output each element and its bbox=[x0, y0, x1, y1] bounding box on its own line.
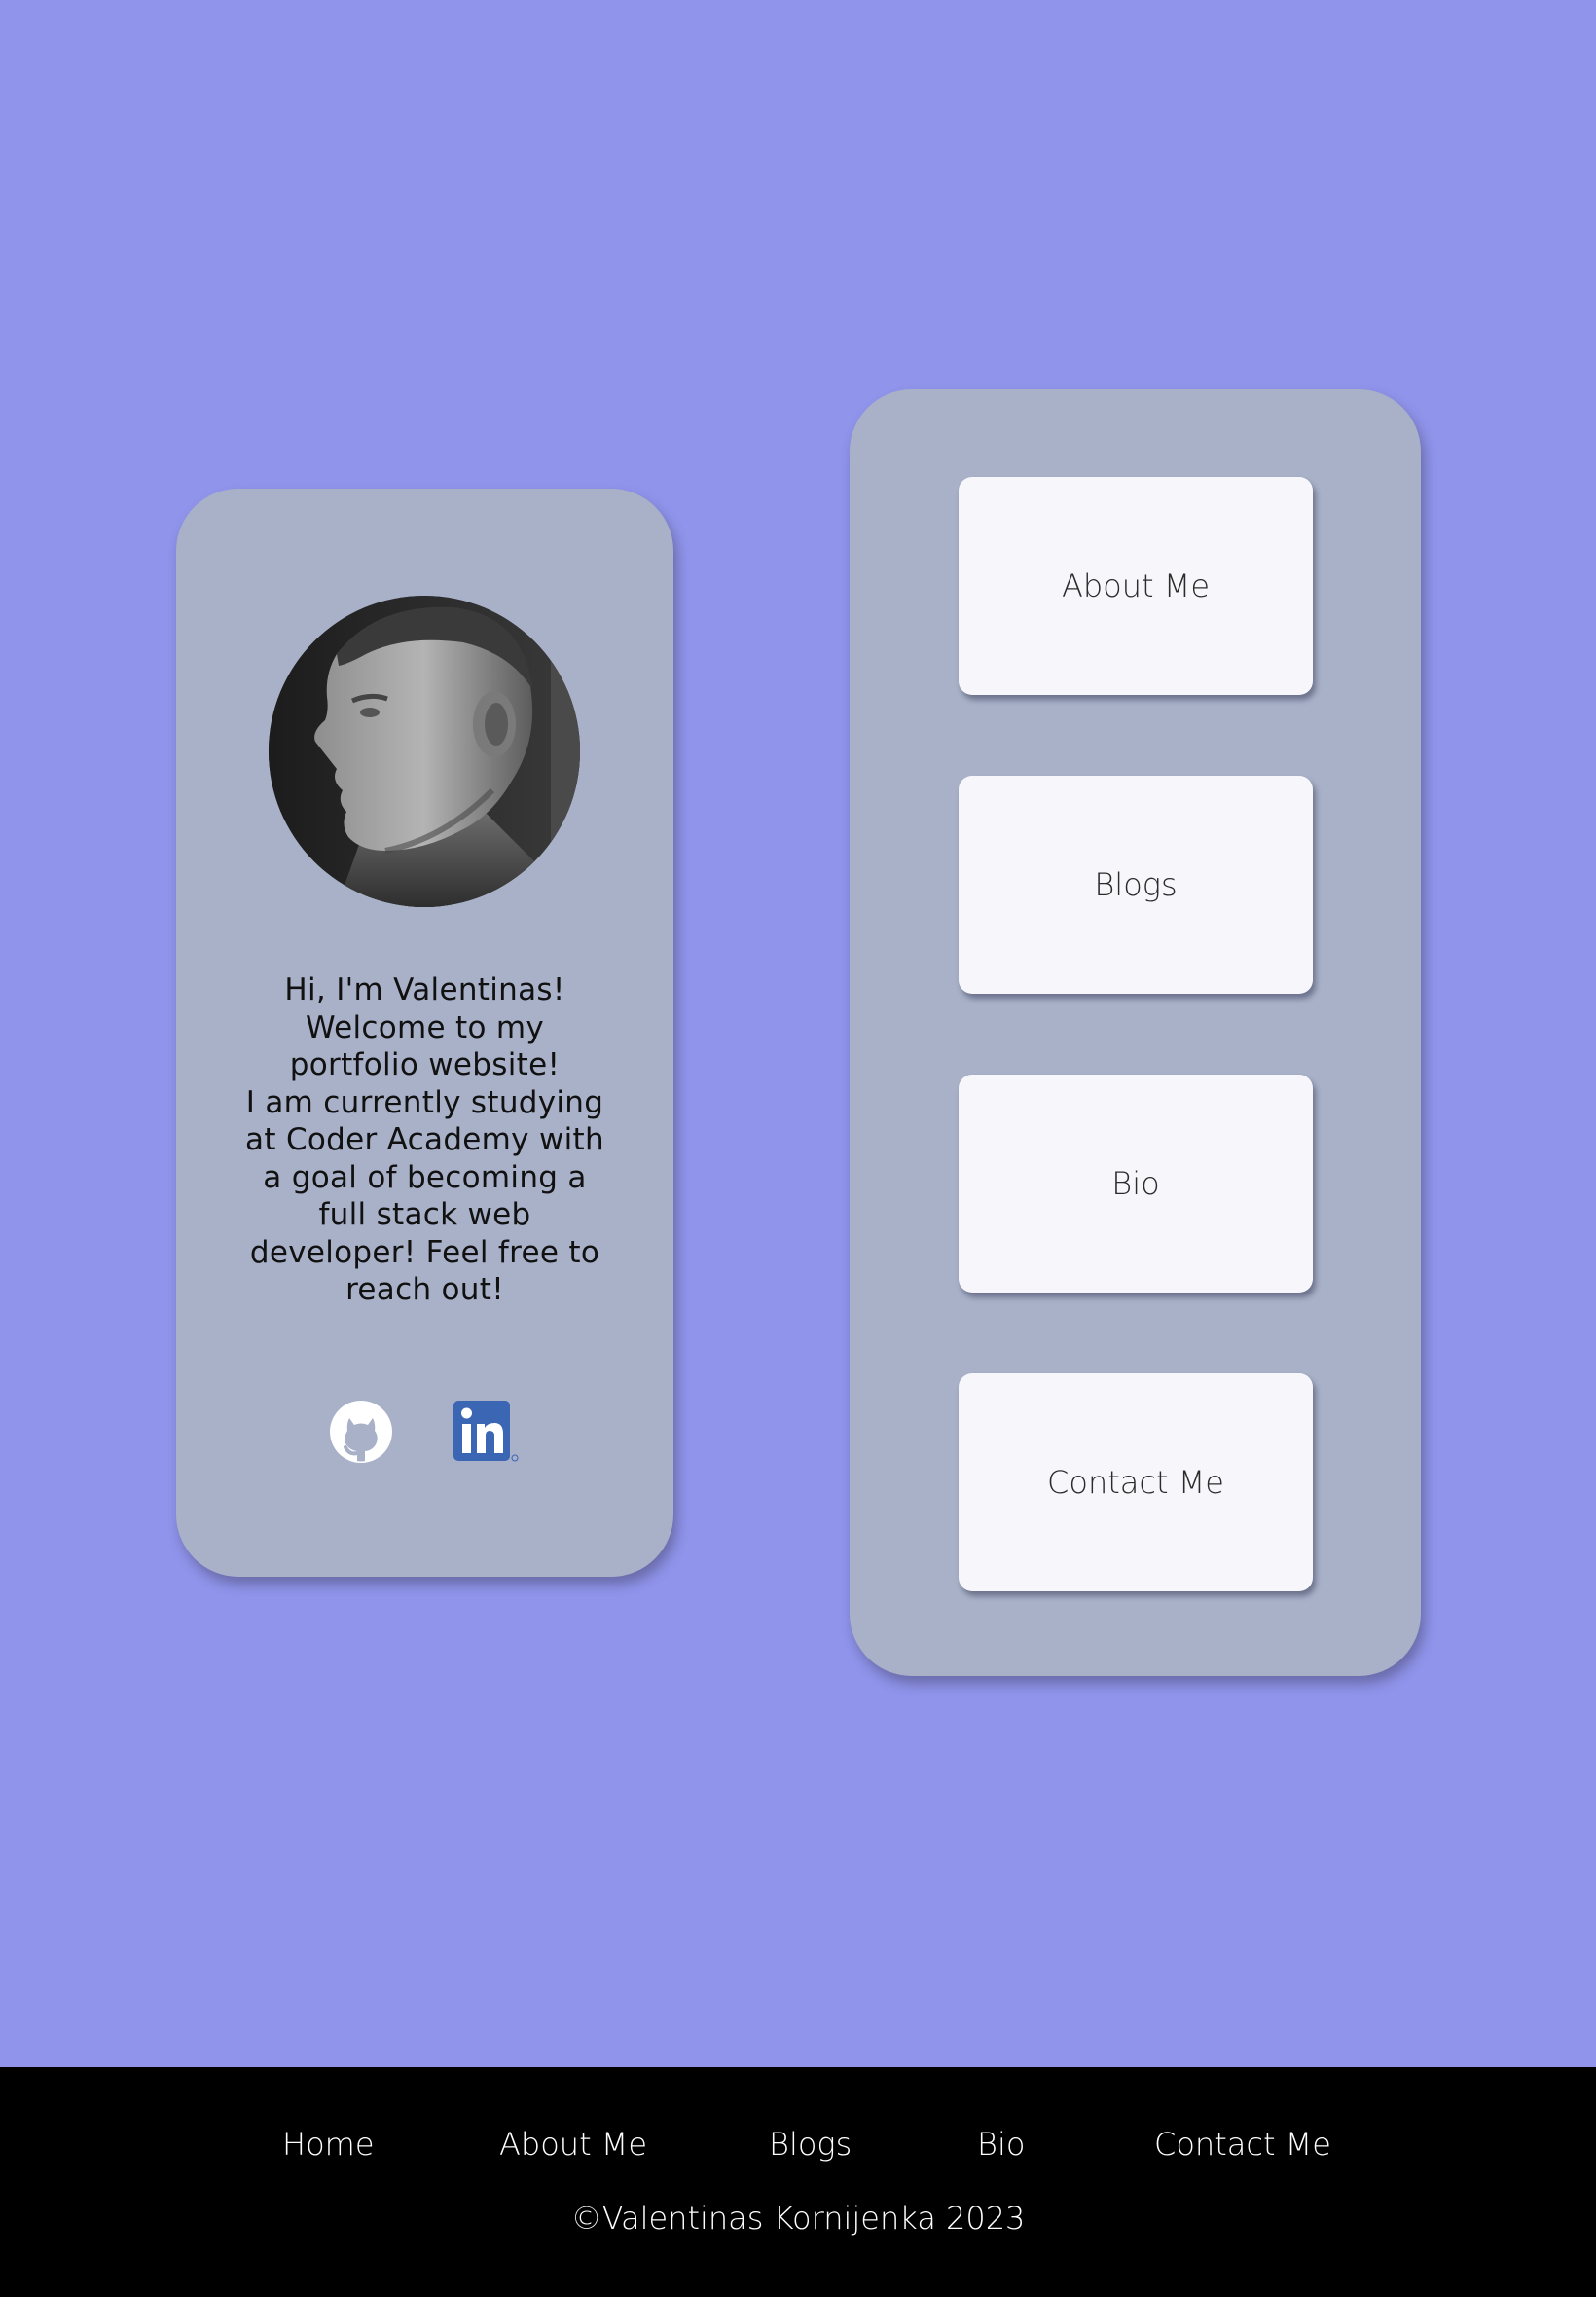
bio-line: a goal of becoming a bbox=[263, 1159, 587, 1195]
footer-link-about-me[interactable]: About Me bbox=[499, 2126, 647, 2163]
github-link[interactable] bbox=[328, 1399, 394, 1465]
footer-nav: Home About Me Blogs Bio Contact Me bbox=[0, 2126, 1596, 2174]
bio-line: Hi, I'm Valentinas! bbox=[284, 972, 565, 1007]
portrait-image bbox=[269, 596, 580, 907]
main-content: Hi, I'm Valentinas! Welcome to my portfo… bbox=[0, 0, 1596, 2067]
bio-button[interactable]: Bio bbox=[959, 1075, 1313, 1293]
contact-me-button[interactable]: Contact Me bbox=[959, 1373, 1313, 1591]
footer-link-blogs[interactable]: Blogs bbox=[769, 2126, 852, 2163]
blogs-button[interactable]: Blogs bbox=[959, 776, 1313, 994]
avatar bbox=[269, 596, 580, 907]
profile-card: Hi, I'm Valentinas! Welcome to my portfo… bbox=[176, 489, 673, 1577]
navigation-card: About Me Blogs Bio Contact Me bbox=[850, 389, 1421, 1676]
bio-line: at Coder Academy with bbox=[245, 1122, 604, 1157]
bio-line: developer! Feel free to bbox=[249, 1234, 600, 1270]
linkedin-icon bbox=[453, 1401, 519, 1462]
about-me-button[interactable]: About Me bbox=[959, 477, 1313, 695]
footer-link-bio[interactable]: Bio bbox=[977, 2126, 1025, 2163]
bio-line: full stack web bbox=[318, 1197, 531, 1232]
footer-link-home[interactable]: Home bbox=[282, 2126, 375, 2163]
github-icon bbox=[330, 1401, 392, 1463]
bio-line: reach out! bbox=[345, 1272, 504, 1307]
bio-line: I am currently studying bbox=[245, 1084, 604, 1120]
footer: Home About Me Blogs Bio Contact Me ©Vale… bbox=[0, 2067, 1596, 2297]
copyright-text: ©Valentinas Kornijenka 2023 bbox=[570, 2200, 1026, 2237]
linkedin-link[interactable] bbox=[453, 1399, 520, 1465]
footer-link-contact-me[interactable]: Contact Me bbox=[1154, 2126, 1331, 2163]
bio-line: portfolio website! bbox=[289, 1047, 561, 1082]
bio-line: Welcome to my bbox=[305, 1009, 545, 1045]
bio-text: Hi, I'm Valentinas! Welcome to my portfo… bbox=[235, 971, 615, 1309]
